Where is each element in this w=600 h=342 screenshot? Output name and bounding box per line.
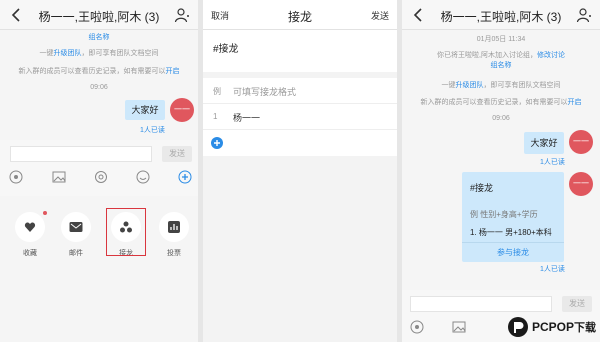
entry-value: 杨一一: [233, 113, 261, 123]
emoji-icon[interactable]: [136, 170, 150, 184]
group-name-link[interactable]: 组名称: [0, 32, 198, 42]
chat-header: 杨一一,王啦啦,阿木 (3): [402, 0, 600, 30]
avatar[interactable]: 一一: [170, 98, 194, 122]
message-time: 09:06: [492, 115, 510, 122]
row-index: 1: [213, 112, 218, 121]
history-notice: 新入群的成员可以查看历史记录，如有需要可以开启: [420, 99, 582, 106]
send-button[interactable]: 发送: [371, 9, 389, 22]
row-index: 例: [213, 87, 221, 96]
read-status[interactable]: 1人已读: [540, 264, 565, 274]
upgrade-notice: 一键升级团队，即可享有团队文档空间: [39, 50, 159, 57]
upgrade-team-link[interactable]: 升级团队: [54, 50, 82, 57]
relay-editor-screen: 取消 接龙 发送 #接龙 例 可填写接龙格式 1 杨一一: [203, 0, 397, 342]
group-members-icon[interactable]: [174, 7, 190, 23]
send-button[interactable]: 发送: [562, 296, 592, 312]
history-notice: 新入群的成员可以查看历史记录，如有需要可以开启: [18, 68, 180, 75]
relay-card-title: #接龙: [470, 183, 494, 193]
message-bubble[interactable]: 大家好: [125, 100, 165, 120]
plus-icon[interactable]: [178, 170, 192, 184]
chat-screen-apps: 杨一一,王啦啦,阿木 (3) 组名称 一键升级团队，即可享有团队文档空间 新入群…: [0, 0, 198, 342]
voice-icon[interactable]: [410, 320, 424, 334]
chat-header: 杨一一,王啦啦,阿木 (3): [0, 0, 198, 30]
relay-card[interactable]: #接龙 例 性别+身高+学历 1. 杨一一 男+180+本科 参与接龙: [462, 172, 564, 262]
page-indicator: [92, 333, 104, 342]
join-relay-button[interactable]: 参与接龙: [462, 242, 564, 262]
message-bubble[interactable]: 大家好: [524, 132, 564, 154]
message-input[interactable]: [410, 296, 552, 312]
read-status[interactable]: 1人已读: [540, 157, 565, 167]
group-name-link[interactable]: 组名称: [402, 60, 600, 70]
example-placeholder: 可填写接龙格式: [233, 87, 297, 97]
avatar[interactable]: 一一: [569, 172, 593, 196]
edit-group-link[interactable]: 修改讨论: [537, 52, 565, 59]
image-icon[interactable]: [52, 170, 66, 184]
message-time: 09:06: [90, 84, 108, 91]
mention-icon[interactable]: [94, 170, 108, 184]
invite-notice: 你已将王啦啦,阿木加入讨论组，修改讨论: [437, 52, 565, 59]
message-input[interactable]: [10, 146, 152, 162]
avatar[interactable]: 一一: [569, 130, 593, 154]
app-vote[interactable]: 投票: [154, 212, 194, 258]
editor-background: [203, 156, 397, 342]
entry-row[interactable]: 1 杨一一: [203, 104, 397, 130]
watermark-brand: PCPOP: [531, 320, 574, 334]
send-button[interactable]: 发送: [162, 146, 192, 162]
app-label: 投票: [167, 250, 181, 257]
group-members-icon[interactable]: [576, 7, 592, 23]
chat-title: 杨一一,王啦啦,阿木 (3): [38, 10, 160, 24]
chat-screen-relay: 杨一一,王啦啦,阿木 (3) 01月05日 11:34 你已将王啦啦,阿木加入讨…: [402, 0, 600, 342]
watermark-suffix: 下载: [574, 321, 596, 334]
app-mail[interactable]: 邮件: [56, 212, 96, 258]
date-stamp: 01月05日 11:34: [476, 36, 526, 43]
add-entry-icon[interactable]: [211, 137, 223, 149]
enable-history-link[interactable]: 开启: [166, 68, 180, 75]
voice-icon[interactable]: [9, 170, 23, 184]
unread-dot: [43, 211, 47, 215]
highlight-box: [106, 208, 146, 256]
upgrade-notice: 一键升级团队，即可享有团队文档空间: [441, 82, 561, 89]
relay-card-example: 例 性别+身高+学历: [470, 210, 538, 219]
image-icon[interactable]: [452, 320, 466, 334]
relay-card-entry: 1. 杨一一 男+180+本科: [470, 228, 552, 237]
editor-title: 接龙: [287, 10, 312, 24]
mail-icon: [69, 222, 83, 232]
example-row[interactable]: 例 可填写接龙格式: [203, 78, 397, 104]
app-label: 邮件: [69, 250, 83, 257]
relay-content-input[interactable]: #接龙: [213, 40, 239, 55]
upgrade-team-link[interactable]: 升级团队: [456, 82, 484, 89]
heart-icon: [24, 222, 36, 232]
input-area: 发送: [0, 140, 198, 196]
watermark-logo: PCPOP 下载: [507, 316, 596, 338]
chat-title: 杨一一,王啦啦,阿木 (3): [440, 10, 562, 24]
editor-header: 取消 接龙 发送: [203, 0, 397, 30]
app-label: 收藏: [23, 250, 37, 257]
brand-logo-icon: [507, 317, 528, 337]
enable-history-link[interactable]: 开启: [568, 99, 582, 106]
app-favorite[interactable]: 收藏: [10, 211, 50, 258]
vote-icon: [168, 221, 180, 233]
read-status[interactable]: 1人已读: [140, 125, 165, 135]
